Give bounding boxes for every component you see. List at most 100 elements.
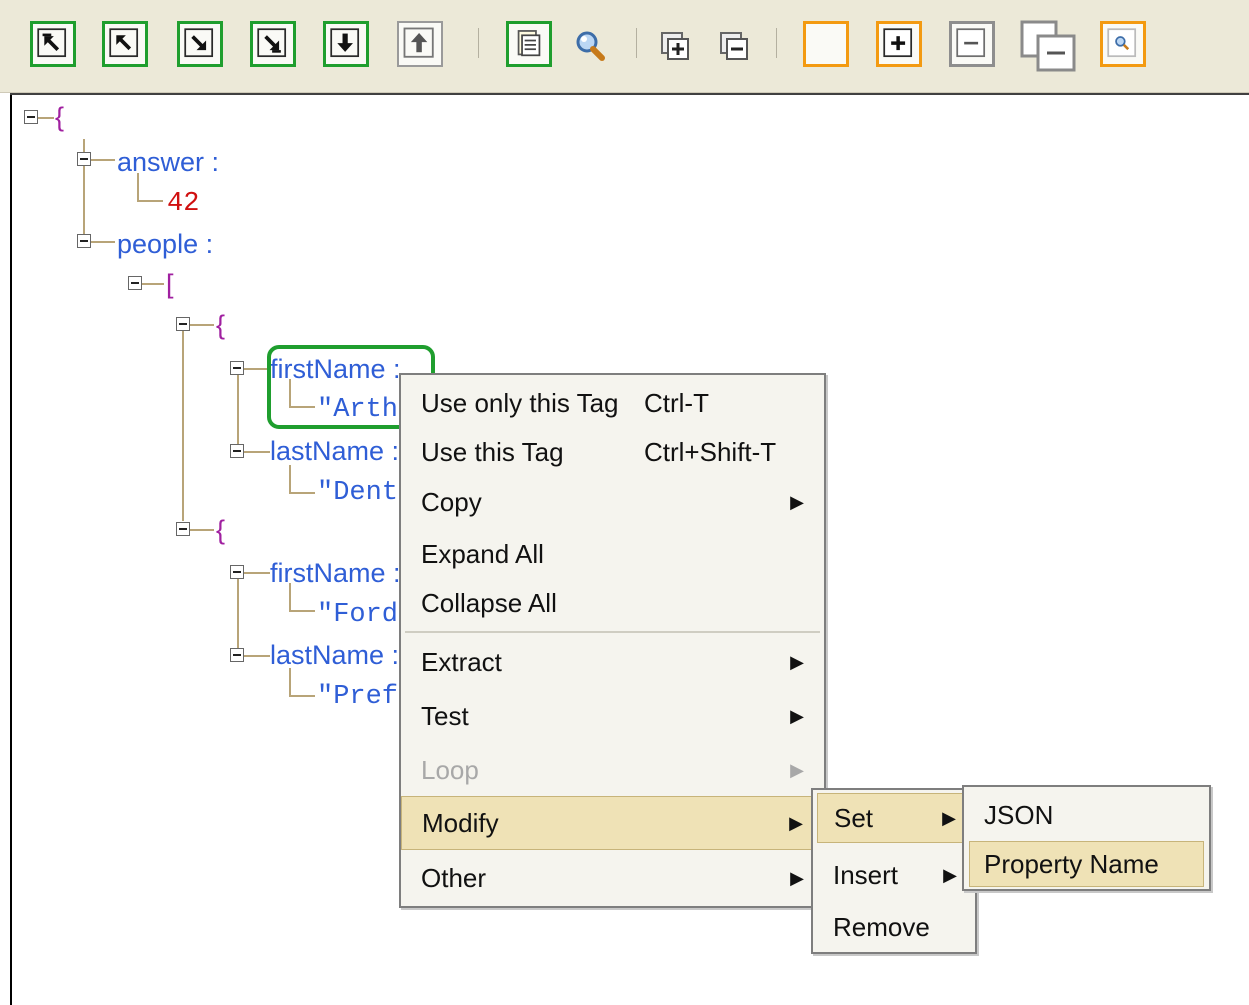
menu-item-expand-all[interactable]: Expand All — [401, 529, 824, 579]
menu-item-test[interactable]: Test ▶ — [401, 690, 824, 742]
menu-item-remove[interactable]: Remove — [813, 902, 975, 952]
go-to-last-child-button[interactable] — [250, 21, 296, 67]
tree-connector — [91, 241, 115, 243]
submenu-arrow-icon: ▶ — [790, 492, 804, 512]
arrow-up-left-bar-icon — [37, 28, 67, 58]
menu-item-insert[interactable]: Insert ▶ — [813, 850, 975, 900]
blank-icon — [806, 24, 846, 64]
context-menu: Use only this Tag Ctrl-T Use this Tag Ct… — [399, 373, 826, 908]
collapse-toggle[interactable] — [230, 361, 244, 375]
menu-item-label: Set — [834, 803, 874, 833]
menu-item-copy[interactable]: Copy ▶ — [401, 477, 824, 527]
submenu-arrow-icon: ▶ — [943, 865, 957, 885]
submenu-arrow-icon: ▶ — [790, 760, 804, 780]
arrow-down-right-icon — [184, 28, 214, 58]
collapse-toggle[interactable] — [176, 317, 190, 331]
tree-connector — [244, 451, 270, 453]
menu-item-extract[interactable]: Extract ▶ — [401, 636, 824, 688]
pane-border — [10, 93, 12, 1005]
collapse-toggle[interactable] — [77, 152, 91, 166]
menu-item-collapse-all[interactable]: Collapse All — [401, 578, 824, 628]
add-button[interactable] — [876, 21, 922, 67]
menu-item-label: Modify — [422, 808, 499, 838]
menu-item-other[interactable]: Other ▶ — [401, 852, 824, 904]
collapse-box-icon[interactable] — [718, 30, 752, 64]
menu-item-json[interactable]: JSON — [964, 791, 1209, 839]
collapse-toggle[interactable] — [230, 565, 244, 579]
toolbar-separator — [478, 28, 479, 58]
tree-connector — [289, 610, 315, 612]
arrow-down-icon — [330, 28, 360, 58]
menu-item-label: Collapse All — [421, 588, 557, 618]
toolbar-separator — [636, 28, 637, 58]
go-to-root-button[interactable] — [30, 21, 76, 67]
zoom-button[interactable] — [1100, 21, 1146, 67]
collapse-toggle[interactable] — [230, 648, 244, 662]
answer-key[interactable]: answer : — [117, 146, 219, 178]
menu-item-label: Remove — [833, 912, 930, 942]
people-key[interactable]: people : — [117, 228, 213, 260]
pane-border — [10, 93, 1249, 95]
tree-connector — [190, 529, 214, 531]
menu-item-modify[interactable]: Modify ▶ — [401, 796, 824, 850]
expand-box-icon[interactable] — [659, 30, 693, 64]
tree-connector — [190, 324, 214, 326]
object-brace: { — [216, 310, 226, 340]
root-object-brace: { — [55, 102, 65, 132]
tree-connector — [289, 695, 315, 697]
tree-connector — [137, 200, 163, 202]
tree-connector — [182, 331, 184, 521]
collapse-toggle[interactable] — [176, 522, 190, 536]
document-button[interactable] — [506, 21, 552, 67]
remove-button[interactable] — [949, 21, 995, 67]
go-to-child-button[interactable] — [177, 21, 223, 67]
move-up-button[interactable] — [397, 21, 443, 67]
menu-item-label: JSON — [984, 800, 1054, 830]
minus-icon — [956, 28, 986, 58]
arrow-up-icon — [403, 27, 434, 58]
cascade-minus-icon[interactable] — [1018, 18, 1080, 74]
first-name-key[interactable]: firstName : — [270, 557, 401, 589]
submenu-arrow-icon: ▶ — [790, 706, 804, 726]
collapse-toggle[interactable] — [230, 444, 244, 458]
collapse-toggle[interactable] — [128, 276, 142, 290]
menu-item-use-tag[interactable]: Use this Tag Ctrl+Shift-T — [401, 427, 824, 477]
document-icon — [517, 30, 541, 57]
submenu-arrow-icon: ▶ — [789, 813, 803, 833]
menu-item-use-only-tag[interactable]: Use only this Tag Ctrl-T — [401, 375, 824, 431]
collapse-toggle[interactable] — [24, 110, 38, 124]
menu-item-set[interactable]: Set ▶ — [817, 793, 971, 843]
tree-connector — [237, 375, 239, 449]
submenu-arrow-icon: ▶ — [790, 652, 804, 672]
last-name-key[interactable]: lastName : — [270, 435, 399, 467]
submenu-arrow-icon: ▶ — [942, 808, 956, 828]
menu-item-label: Extract — [421, 647, 502, 677]
tree-connector — [289, 492, 315, 494]
magnifier-icon[interactable] — [572, 28, 608, 64]
menu-separator — [405, 631, 820, 633]
arrow-up-left-icon — [109, 28, 139, 58]
menu-item-property-name[interactable]: Property Name — [969, 841, 1204, 887]
answer-value[interactable]: 42 — [167, 188, 199, 220]
move-down-button[interactable] — [323, 21, 369, 67]
collapse-toggle[interactable] — [77, 234, 91, 248]
zoom-icon — [1107, 28, 1137, 58]
go-to-parent-button[interactable] — [102, 21, 148, 67]
modify-submenu: Set ▶ Insert ▶ Remove — [811, 788, 977, 954]
menu-item-loop[interactable]: Loop ▶ — [401, 744, 824, 796]
toolbar-separator — [776, 28, 777, 58]
tree-connector — [237, 578, 239, 652]
blank-button[interactable] — [803, 21, 849, 67]
menu-item-label: Use this Tag — [421, 437, 564, 467]
tree-connector — [142, 283, 164, 285]
tree-connector — [244, 572, 270, 574]
tree-connector — [244, 655, 270, 657]
menu-item-label: Insert — [833, 860, 899, 890]
menu-item-shortcut: Ctrl-T — [644, 388, 709, 418]
tree-connector — [38, 117, 54, 119]
menu-item-label: Test — [421, 701, 469, 731]
tree-connector — [91, 159, 115, 161]
menu-item-shortcut: Ctrl+Shift-T — [644, 437, 777, 467]
last-name-key[interactable]: lastName : — [270, 639, 399, 671]
people-array-bracket: [ — [166, 269, 174, 299]
